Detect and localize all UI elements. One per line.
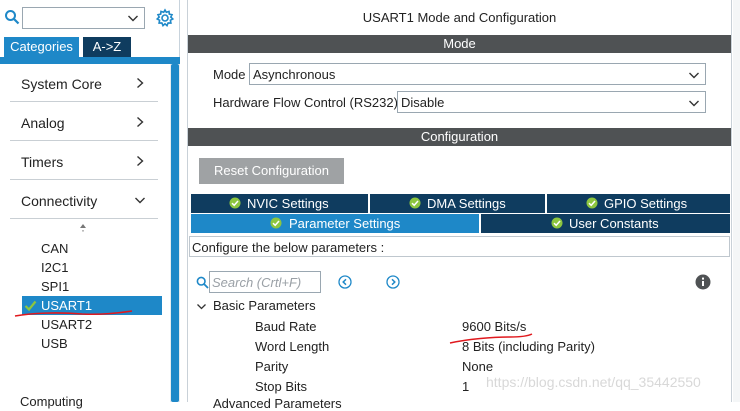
tab-gpio-settings[interactable]: GPIO Settings: [547, 194, 730, 213]
check-circle-icon: [270, 217, 282, 229]
category-label: System Core: [21, 76, 102, 92]
param-name-word-length: Word Length: [255, 339, 330, 354]
chevron-down-icon: [135, 197, 145, 204]
param-value-stop-bits[interactable]: 1: [462, 379, 469, 394]
category-connectivity[interactable]: Connectivity: [10, 181, 158, 219]
flow-control-label: Hardware Flow Control (RS232): [213, 95, 398, 110]
tab-parameter-settings[interactable]: Parameter Settings: [191, 214, 479, 233]
tab-label: GPIO Settings: [604, 196, 688, 211]
info-icon[interactable]: [695, 274, 711, 290]
flow-control-select[interactable]: Disable: [397, 91, 706, 113]
mode-section-header: Mode: [188, 35, 731, 53]
subheader-text: Configure the below parameters :: [192, 240, 385, 255]
tab-dma-settings[interactable]: DMA Settings: [370, 194, 545, 213]
category-system-core[interactable]: System Core: [10, 64, 158, 102]
param-value-parity[interactable]: None: [462, 359, 493, 374]
configuration-section-header: Configuration: [188, 128, 731, 146]
left-scrollbar-thumb[interactable]: [171, 64, 179, 402]
search-icon[interactable]: [196, 276, 209, 289]
reset-configuration-button[interactable]: Reset Configuration: [199, 158, 344, 184]
chevron-down-icon: [128, 15, 138, 22]
peripheral-label: SPI1: [41, 279, 70, 294]
check-circle-icon: [586, 197, 598, 209]
parameters-subheader: Configure the below parameters :: [189, 236, 730, 257]
tab-label: User Constants: [569, 216, 659, 231]
chevron-right-icon: [137, 116, 144, 128]
tab-a-to-z[interactable]: A->Z: [83, 37, 131, 57]
tab-label: NVIC Settings: [247, 196, 329, 211]
chevron-right-icon: [137, 155, 144, 167]
page-title: USART1 Mode and Configuration: [362, 10, 557, 25]
search-icon[interactable]: [4, 9, 20, 25]
tab-nvic-settings[interactable]: NVIC Settings: [191, 194, 368, 213]
chevron-down-icon[interactable]: [196, 302, 207, 312]
check-circle-icon: [409, 197, 421, 209]
category-label: Timers: [21, 154, 64, 170]
check-circle-icon: [551, 217, 563, 229]
tab-label: Parameter Settings: [289, 216, 401, 231]
category-timers[interactable]: Timers: [10, 142, 158, 180]
annotation-underline-baud-rate: [449, 333, 533, 344]
check-circle-icon: [229, 197, 241, 209]
parameter-search-input[interactable]: Search (Crtl+F): [209, 271, 321, 293]
category-analog[interactable]: Analog: [10, 103, 158, 141]
mode-select[interactable]: Asynchronous: [249, 63, 706, 85]
mode-label: Mode: [213, 67, 246, 82]
parameter-search-placeholder: Search (Crtl+F): [212, 275, 302, 290]
left-scrollbar[interactable]: [170, 64, 180, 402]
tab-label: DMA Settings: [427, 196, 506, 211]
peripheral-label: CAN: [41, 241, 69, 256]
peripheral-spi1[interactable]: SPI1: [22, 277, 162, 296]
mode-select-value: Asynchronous: [253, 67, 336, 82]
param-name-stop-bits: Stop Bits: [255, 379, 308, 394]
gear-icon[interactable]: [155, 8, 175, 28]
param-name-parity: Parity: [255, 359, 289, 374]
flow-control-select-value: Disable: [401, 95, 445, 110]
chevron-down-icon: [689, 72, 699, 79]
peripheral-can[interactable]: CAN: [22, 239, 162, 258]
tab-categories[interactable]: Categories: [4, 37, 79, 57]
category-label: Analog: [21, 115, 65, 131]
next-match-icon[interactable]: [386, 275, 400, 289]
tab-user-constants[interactable]: User Constants: [481, 214, 730, 233]
right-scrollbar[interactable]: [733, 0, 740, 402]
category-label: Connectivity: [21, 193, 98, 209]
sort-icon[interactable]: [78, 222, 88, 236]
chevron-right-icon: [137, 77, 144, 89]
basic-parameters-section[interactable]: Basic Parameters: [213, 298, 316, 313]
category-select[interactable]: [22, 7, 145, 29]
watermark: https://blog.csdn.net/qq_35442550: [486, 374, 701, 390]
peripheral-usb[interactable]: USB: [22, 334, 162, 353]
peripheral-i2c1[interactable]: I2C1: [22, 258, 162, 277]
previous-match-icon[interactable]: [338, 275, 352, 289]
annotation-underline-usart1: [14, 310, 133, 317]
chevron-down-icon: [689, 100, 699, 107]
left-panel-accent-strip: [0, 57, 180, 64]
peripheral-label: I2C1: [41, 260, 69, 275]
peripheral-label: USB: [41, 336, 68, 351]
param-name-baud-rate: Baud Rate: [255, 319, 317, 334]
advanced-parameters-section-partial[interactable]: Advanced Parameters: [213, 396, 342, 411]
